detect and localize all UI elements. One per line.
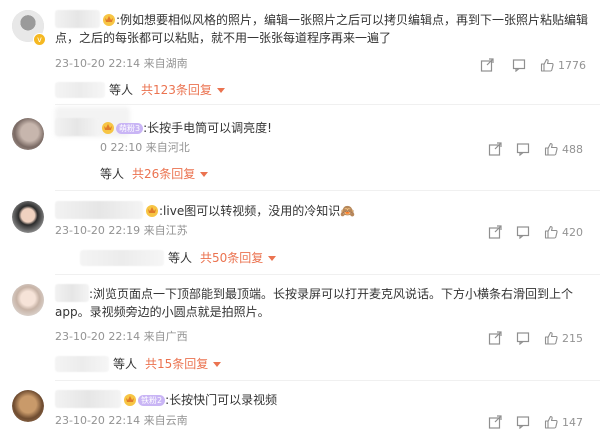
like-count: 147 (562, 415, 583, 429)
comment-meta: 0 22:10 来自河北 (100, 141, 190, 154)
verified-badge-icon: v (33, 33, 46, 46)
username-redacted[interactable] (55, 201, 143, 219)
like-button[interactable]: 420 (544, 224, 583, 240)
reply-prefix: 等人 (113, 357, 138, 371)
comment-text: :例如想要相似风格的照片，编辑一张照片之后可以拷贝编辑点，再到下一张照片粘贴编辑… (55, 13, 589, 45)
reply-summary[interactable]: 等人 共123条回复 (55, 82, 225, 98)
comment-text: :live图可以转视频，没用的冷知识🙈 (159, 204, 356, 218)
divider (55, 274, 600, 275)
reply-count-link[interactable]: 共123条回复 (141, 82, 212, 98)
share-icon (488, 415, 502, 429)
comment-icon (516, 226, 530, 239)
divider (55, 190, 600, 191)
like-count: 488 (562, 142, 583, 156)
thumbs-up-icon (544, 331, 558, 345)
username-redacted[interactable] (55, 390, 121, 408)
comment-body: 萌粉3:长按手电筒可以调亮度! (55, 118, 590, 137)
divider (55, 380, 600, 381)
like-count: 215 (562, 331, 583, 345)
username-redacted[interactable] (55, 118, 99, 136)
expand-caret-icon (268, 255, 277, 261)
comment-meta: 23-10-20 22:19 来自江苏 (55, 224, 188, 237)
comment-button[interactable] (516, 224, 530, 240)
comment-actions: 1776 (480, 57, 592, 73)
reply-summary[interactable]: 等人 共50条回复 (80, 250, 277, 266)
reply-prefix: 等人 (100, 167, 125, 181)
comment-button[interactable] (512, 57, 526, 73)
reply-count-link[interactable]: 共26条回复 (132, 166, 195, 182)
share-icon (488, 225, 502, 239)
crown-badge-icon (103, 14, 115, 26)
replier-names-redacted (55, 356, 109, 372)
reply-summary[interactable]: 等人 共15条回复 (55, 356, 222, 372)
reply-count-link[interactable]: 共50条回复 (200, 250, 263, 266)
reply-count-link[interactable]: 共15条回复 (145, 356, 208, 372)
expand-caret-icon (200, 171, 209, 177)
comment-body: :例如想要相似风格的照片，编辑一张照片之后可以拷贝编辑点，再到下一张照片粘贴编辑… (55, 10, 590, 47)
comment-actions: 147 (480, 414, 592, 430)
share-button[interactable] (488, 141, 502, 157)
thumbs-up-icon (544, 225, 558, 239)
comment-body: 铁粉2:长按快门可以录视频 (55, 390, 590, 409)
like-count: 420 (562, 225, 583, 239)
comment-body: :live图可以转视频，没用的冷知识🙈 (55, 201, 590, 220)
share-button[interactable] (480, 57, 494, 73)
like-button[interactable]: 147 (544, 414, 583, 430)
thumbs-up-icon (544, 415, 558, 429)
comment-body: :浏览页面点一下顶部能到最顶端。长按录屏可以打开麦克风说话。下方小横条右滑回到上… (55, 284, 590, 321)
comment-icon (516, 143, 530, 156)
comment-icon (512, 59, 526, 72)
expand-caret-icon (213, 361, 222, 367)
avatar[interactable] (12, 284, 44, 316)
share-icon (488, 142, 502, 156)
comment-icon (516, 416, 530, 429)
expand-caret-icon (216, 87, 225, 93)
comment-button[interactable] (516, 330, 530, 346)
comment-button[interactable] (516, 414, 530, 430)
comment-meta: 23-10-20 22:14 来自广西 (55, 330, 188, 343)
comment-icon (516, 332, 530, 345)
share-button[interactable] (488, 224, 502, 240)
avatar[interactable] (12, 201, 44, 233)
comment-text: :长按手电筒可以调亮度! (143, 121, 272, 135)
comment-actions: 420 (480, 224, 592, 240)
fan-level-badge: 铁粉2 (138, 395, 166, 406)
like-button[interactable]: 215 (544, 330, 583, 346)
reply-prefix: 等人 (109, 83, 134, 97)
crown-badge-icon (146, 205, 158, 217)
comment-meta: 23-10-20 22:14 来自云南 (55, 414, 188, 427)
like-count: 1776 (558, 58, 586, 72)
replier-names-redacted (55, 82, 105, 98)
avatar[interactable] (12, 390, 44, 422)
username-redacted[interactable] (55, 284, 89, 302)
share-icon (488, 331, 502, 345)
like-button[interactable]: 1776 (540, 57, 586, 73)
like-button[interactable]: 488 (544, 141, 583, 157)
reply-prefix: 等人 (168, 251, 193, 265)
username-redacted[interactable] (55, 10, 100, 28)
crown-badge-icon (102, 122, 114, 134)
comment-text: :浏览页面点一下顶部能到最顶端。长按录屏可以打开麦克风说话。下方小横条右滑回到上… (55, 287, 574, 319)
thumbs-up-icon (540, 58, 554, 72)
avatar[interactable] (12, 118, 44, 150)
comment-button[interactable] (516, 141, 530, 157)
reply-summary[interactable]: 等人 共26条回复 (100, 166, 209, 182)
share-icon (480, 58, 494, 72)
comment-text: :长按快门可以录视频 (165, 393, 278, 407)
comment-actions: 215 (480, 330, 592, 346)
share-button[interactable] (488, 330, 502, 346)
crown-badge-icon (124, 394, 136, 406)
replier-names-redacted (80, 250, 164, 266)
share-button[interactable] (488, 414, 502, 430)
divider (55, 104, 600, 105)
comment-actions: 488 (480, 141, 592, 157)
fan-level-badge: 萌粉3 (116, 123, 144, 134)
comment-meta: 23-10-20 22:14 来自湖南 (55, 57, 188, 70)
thumbs-up-icon (544, 142, 558, 156)
